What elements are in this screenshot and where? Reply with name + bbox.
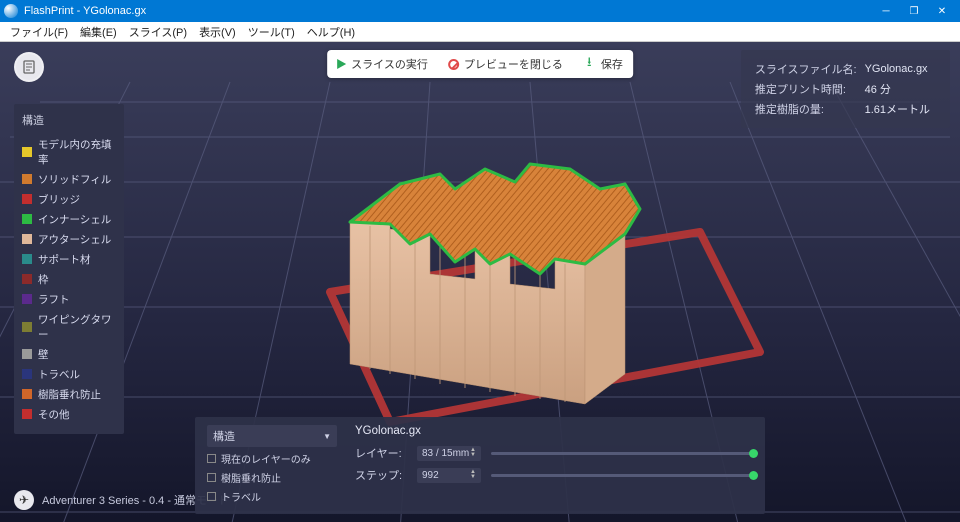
legend-swatch [22,274,32,284]
menu-tool[interactable]: ツール(T) [242,24,301,40]
model-preview [280,114,680,414]
legend-swatch [22,369,32,379]
maximize-button[interactable]: ❐ [900,0,928,22]
download-icon: ⭳ [583,58,596,71]
legend-label: サポート材 [38,252,91,267]
info-time-value: 46 分 [865,80,936,98]
legend-label: ラフト [38,292,70,307]
legend-item[interactable]: ブリッジ [22,189,116,209]
legend-label: アウターシェル [38,232,111,247]
app-icon [4,4,18,18]
legend-swatch [22,147,32,157]
minimize-button[interactable]: ─ [872,0,900,22]
layer-value-input[interactable]: 83 / 15mm▲▼ [417,446,481,461]
chk-ooze-shield[interactable]: 樹脂垂れ防止 [207,470,337,485]
legend-label: ワイピングタワー [38,312,116,342]
legend-item[interactable]: インナーシェル [22,209,116,229]
legend-item[interactable]: モデル内の充填率 [22,134,116,169]
slider-thumb[interactable] [749,471,758,480]
legend-swatch [22,234,32,244]
close-preview-label: プレビューを閉じる [464,56,563,72]
step-slider-label: ステップ: [355,467,407,483]
legend-item[interactable]: ワイピングタワー [22,309,116,344]
slider-thumb[interactable] [749,449,758,458]
info-time-label: 推定プリント時間: [755,80,863,98]
stepper-icon[interactable]: ▲▼ [470,470,476,480]
chevron-down-icon: ▼ [323,432,331,441]
save-button[interactable]: ⭳ 保存 [583,56,623,72]
execute-slice-label: スライスの実行 [351,56,428,72]
legend-swatch [22,322,32,332]
layer-view-icon[interactable] [14,52,44,82]
menu-edit[interactable]: 編集(E) [74,24,123,40]
menu-bar: ファイル(F) 編集(E) スライス(P) 表示(V) ツール(T) ヘルプ(H… [0,22,960,42]
menu-file[interactable]: ファイル(F) [4,24,74,40]
legend-item[interactable]: ソリッドフィル [22,169,116,189]
legend-swatch [22,294,32,304]
legend-swatch [22,389,32,399]
legend-title: 構造 [22,112,116,128]
legend-item[interactable]: ラフト [22,289,116,309]
window-title: FlashPrint - YGolonac.gx [24,5,872,17]
bottom-filename: YGolonac.gx [355,425,753,439]
legend-label: モデル内の充填率 [38,137,116,167]
execute-slice-button[interactable]: スライスの実行 [337,56,428,72]
step-slider[interactable] [491,474,753,477]
legend-item[interactable]: 枠 [22,269,116,289]
legend-label: ソリッドフィル [38,172,111,187]
close-button[interactable]: ✕ [928,0,956,22]
legend-swatch [22,254,32,264]
display-mode-value: 構造 [213,428,235,444]
legend-item[interactable]: サポート材 [22,249,116,269]
slice-info-panel: スライスファイル名:YGolonac.gx 推定プリント時間:46 分 推定樹脂… [741,50,950,128]
legend-swatch [22,194,32,204]
window-controls: ─ ❐ ✕ [872,0,956,22]
legend-label: 枠 [38,272,49,287]
legend-swatch [22,349,32,359]
legend-item[interactable]: その他 [22,404,116,424]
menu-slice[interactable]: スライス(P) [123,24,193,40]
legend-label: その他 [38,407,70,422]
legend-swatch [22,214,32,224]
legend-label: ブリッジ [38,192,80,207]
title-bar: FlashPrint - YGolonac.gx ─ ❐ ✕ [0,0,960,22]
legend-panel: 構造 モデル内の充填率ソリッドフィルブリッジインナーシェルアウターシェルサポート… [14,104,124,434]
preview-toolbar: スライスの実行 プレビューを閉じる ⭳ 保存 [327,50,633,78]
legend-swatch [22,174,32,184]
document-icon [21,59,37,75]
menu-help[interactable]: ヘルプ(H) [301,24,361,40]
legend-item[interactable]: 樹脂垂れ防止 [22,384,116,404]
layer-control-panel: 構造 ▼ 現在のレイヤーのみ 樹脂垂れ防止 トラベル YGolonac.gx レ… [195,417,765,514]
legend-label: トラベル [38,367,80,382]
info-material-label: 推定樹脂の量: [755,100,863,118]
legend-swatch [22,409,32,419]
display-mode-select[interactable]: 構造 ▼ [207,425,337,447]
prohibit-icon [448,59,459,70]
layer-slider[interactable] [491,452,753,455]
info-material-value: 1.61メートル [865,100,936,118]
legend-item[interactable]: トラベル [22,364,116,384]
legend-label: 壁 [38,347,49,362]
printer-icon[interactable]: ✈ [14,490,34,510]
layer-slider-label: レイヤー: [355,445,407,461]
legend-label: 樹脂垂れ防止 [38,387,101,402]
close-preview-button[interactable]: プレビューを閉じる [448,56,563,72]
menu-view[interactable]: 表示(V) [193,24,242,40]
legend-item[interactable]: アウターシェル [22,229,116,249]
legend-label: インナーシェル [38,212,111,227]
step-value-input[interactable]: 992▲▼ [417,468,481,483]
chk-travel[interactable]: トラベル [207,489,337,504]
legend-item[interactable]: 壁 [22,344,116,364]
save-label: 保存 [601,56,623,72]
chk-current-layer[interactable]: 現在のレイヤーのみ [207,451,337,466]
viewport-3d[interactable]: スライスの実行 プレビューを閉じる ⭳ 保存 スライスファイル名:YGolona… [0,42,960,522]
stepper-icon[interactable]: ▲▼ [470,448,476,458]
play-icon [337,59,346,69]
info-file-value: YGolonac.gx [865,60,936,78]
info-file-label: スライスファイル名: [755,60,863,78]
